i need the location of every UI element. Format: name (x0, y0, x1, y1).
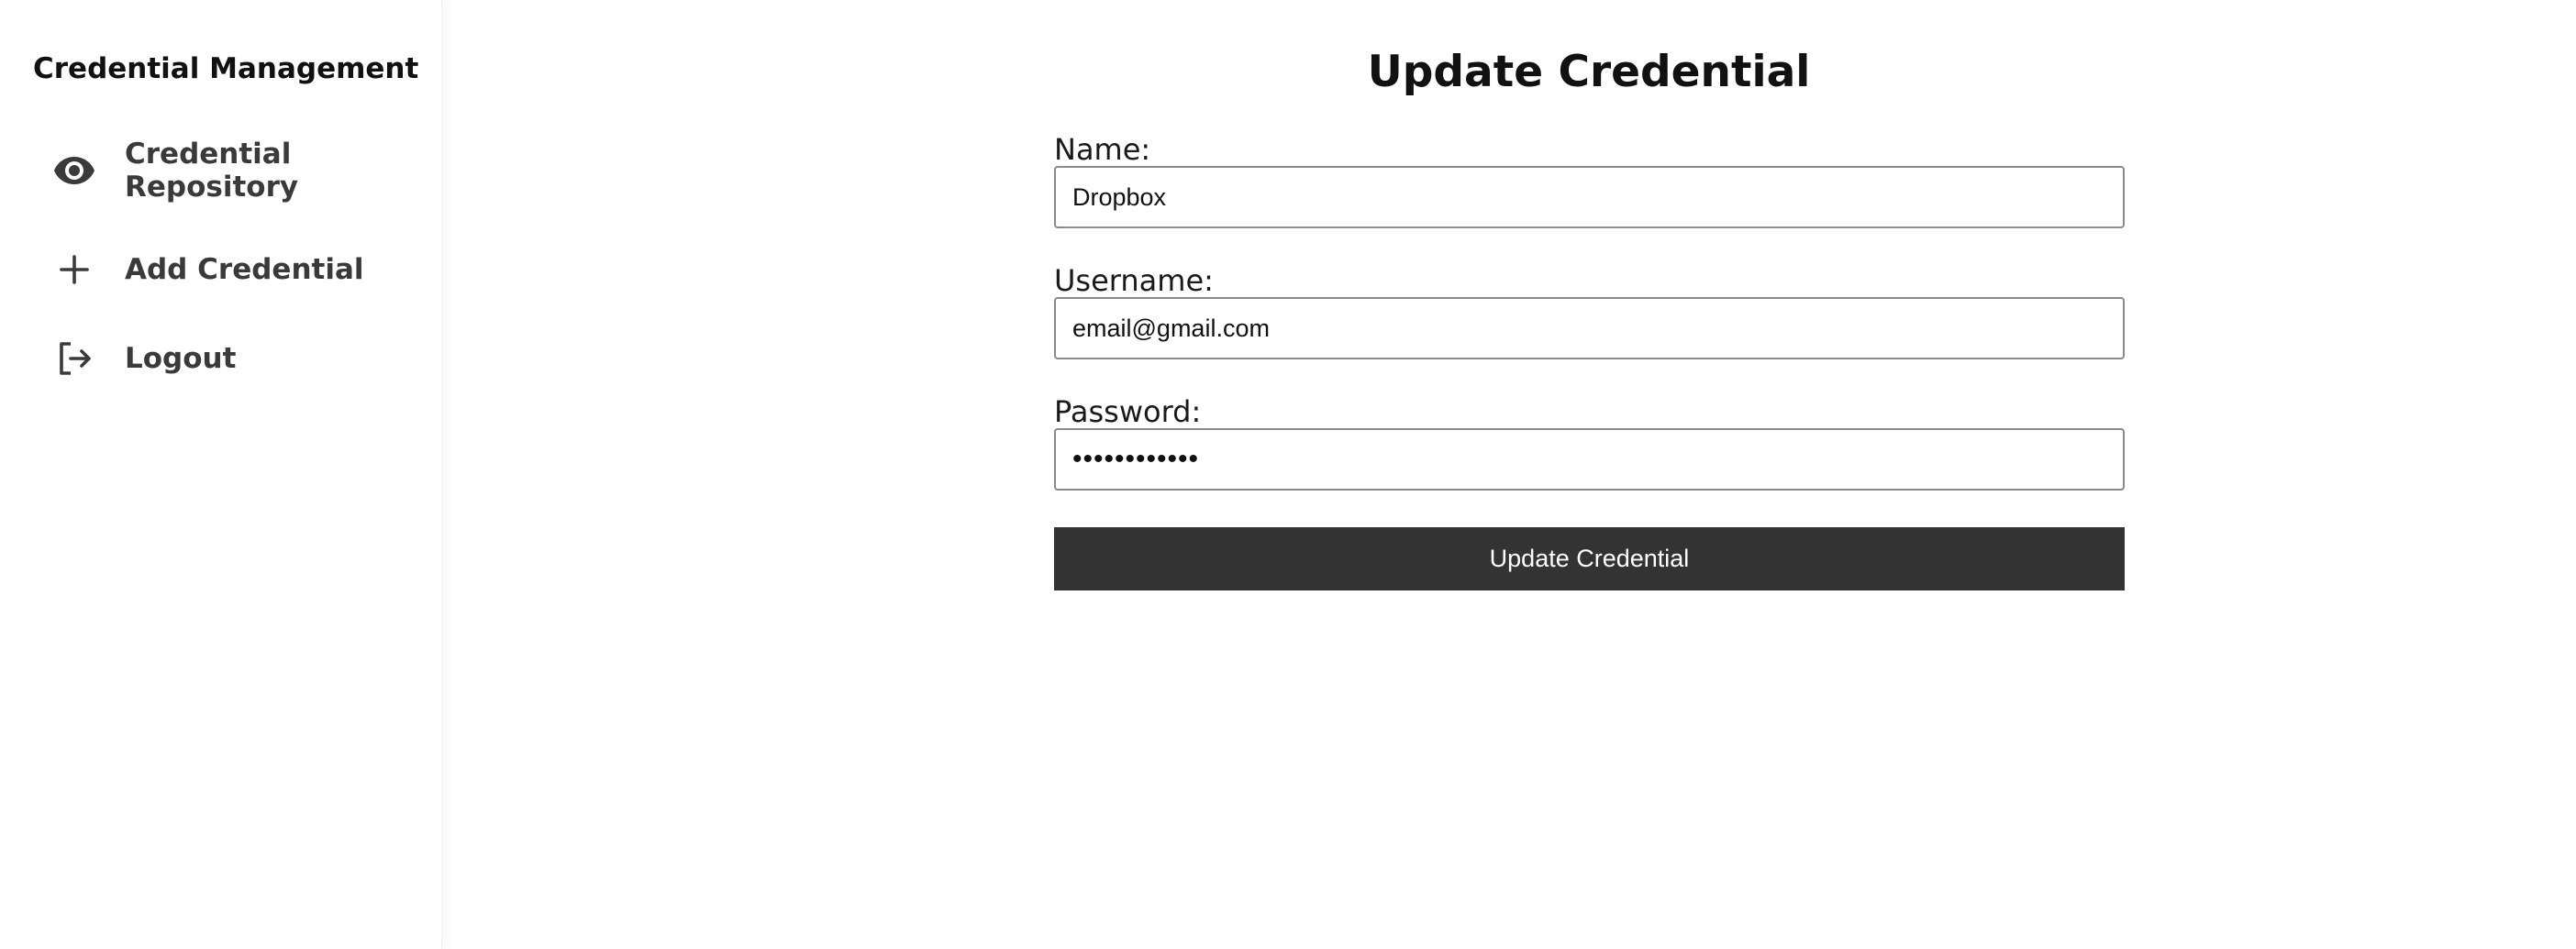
plus-icon (52, 248, 96, 292)
logout-icon (52, 337, 96, 381)
sidebar-item-label: Credential Repository (125, 138, 299, 204)
sidebar-item-credential-repository[interactable]: Credential Repository (0, 134, 440, 207)
sidebar: Credential Management Credential Reposit… (0, 0, 442, 949)
sidebar-item-add-credential[interactable]: Add Credential (0, 248, 440, 292)
update-credential-button[interactable]: Update Credential (1054, 527, 2125, 590)
username-label: Username: (1054, 263, 1214, 298)
sidebar-item-label: Logout (125, 342, 237, 375)
eye-icon (52, 149, 96, 193)
sidebar-title: Credential Management (33, 52, 419, 85)
password-label: Password: (1054, 394, 1202, 429)
page-title: Update Credential (1367, 47, 1811, 97)
name-label: Name: (1054, 132, 1151, 167)
username-input[interactable] (1054, 297, 2125, 359)
password-input[interactable] (1054, 428, 2125, 491)
sidebar-item-logout[interactable]: Logout (0, 337, 440, 381)
page-title-wrap: Update Credential (442, 44, 2576, 101)
main-content: Update Credential Name: Username: Passwo… (442, 0, 2576, 949)
sidebar-item-label: Add Credential (125, 253, 364, 286)
app-root: Credential Management Credential Reposit… (0, 0, 2576, 949)
name-input[interactable] (1054, 166, 2125, 228)
